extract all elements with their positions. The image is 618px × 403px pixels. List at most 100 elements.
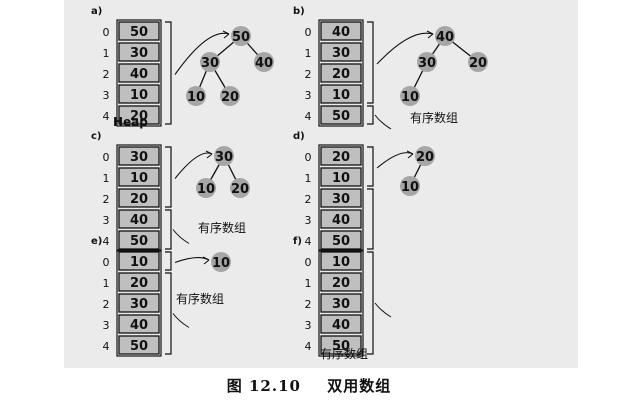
tree-node-value: 10 bbox=[197, 182, 215, 197]
cell-index: 1 bbox=[305, 277, 312, 290]
cell-index: 1 bbox=[103, 47, 110, 60]
tree-node-value: 10 bbox=[187, 90, 205, 105]
cell-index: 2 bbox=[103, 298, 110, 311]
cell-value: 40 bbox=[130, 318, 148, 333]
cell-index: 1 bbox=[103, 277, 110, 290]
cell-index: 3 bbox=[103, 214, 110, 227]
panel-b: b)4003012021035044030 2010有序数组 bbox=[293, 6, 488, 130]
panel-a: a)5003014021032045030 4010 20Heap bbox=[91, 6, 274, 129]
cell-value: 40 bbox=[332, 213, 350, 228]
cell-value: 10 bbox=[130, 88, 148, 103]
cell-value: 30 bbox=[130, 46, 148, 61]
sorted-arrow bbox=[172, 313, 190, 328]
arrow-head bbox=[426, 30, 434, 39]
cell-index: 4 bbox=[103, 235, 110, 248]
cell-index: 0 bbox=[305, 151, 312, 164]
panel-label: 有序数组 bbox=[198, 220, 246, 235]
panel-label: 有序数组 bbox=[410, 110, 458, 125]
cell-value: 10 bbox=[332, 88, 350, 103]
cell-index: 0 bbox=[305, 26, 312, 39]
panel-label: 有序数组 bbox=[176, 291, 224, 306]
cell-index: 3 bbox=[103, 319, 110, 332]
sorted-bracket bbox=[165, 272, 172, 355]
link-arrow bbox=[174, 152, 213, 179]
cell-value: 20 bbox=[332, 67, 350, 82]
arrow-head bbox=[202, 256, 210, 265]
cell-value: 50 bbox=[130, 234, 148, 249]
panel-letter: a) bbox=[91, 6, 102, 17]
cell-index: 0 bbox=[103, 26, 110, 39]
panel-letter: d) bbox=[293, 131, 305, 142]
cell-value: 30 bbox=[130, 150, 148, 165]
cell-index: 2 bbox=[103, 193, 110, 206]
tree-node-value: 40 bbox=[255, 56, 273, 71]
panel-f: f) 10 0 20 1 30 2 40 3 50 4 有序数组 bbox=[293, 236, 392, 361]
tree-node-value: 20 bbox=[221, 90, 239, 105]
arrow-head bbox=[406, 150, 414, 159]
tree-node-value: 10 bbox=[401, 180, 419, 195]
cell-index: 0 bbox=[305, 256, 312, 269]
panel-c: c) 30 0 10 1 20 2 40 3 50 4 30 10 20 有序数组 bbox=[91, 131, 250, 252]
cell-value: 50 bbox=[332, 109, 350, 124]
cell-index: 3 bbox=[305, 319, 312, 332]
cell-index: 0 bbox=[103, 151, 110, 164]
tree-node-value: 50 bbox=[232, 30, 250, 45]
cell-index: 4 bbox=[305, 235, 312, 248]
figure-caption: 图 12.10 双用数组 bbox=[0, 375, 618, 396]
cell-value: 20 bbox=[130, 276, 148, 291]
cell-value: 10 bbox=[130, 255, 148, 270]
panel-label: 有序数组 bbox=[320, 346, 368, 361]
sorted-arrow bbox=[374, 114, 392, 130]
tree-node-value: 30 bbox=[418, 56, 436, 71]
heap-sort-diagram: a)5003014021032045030 4010 20Heapb)4003012… bbox=[91, 6, 488, 361]
cell-value: 50 bbox=[130, 339, 148, 354]
cell-value: 30 bbox=[332, 192, 350, 207]
cell-value: 20 bbox=[332, 150, 350, 165]
tree-node-value: 30 bbox=[215, 150, 233, 165]
link-arrow bbox=[174, 256, 210, 264]
sorted-bracket bbox=[367, 188, 374, 250]
cell-index: 3 bbox=[305, 214, 312, 227]
cell-value: 40 bbox=[332, 25, 350, 40]
cell-index: 4 bbox=[103, 110, 110, 123]
sorted-arrow bbox=[172, 229, 190, 244]
tree-node-value: 20 bbox=[231, 182, 249, 197]
cell-index: 2 bbox=[305, 68, 312, 81]
heap-bracket bbox=[165, 251, 172, 271]
cell-index: 4 bbox=[305, 340, 312, 353]
cell-value: 20 bbox=[130, 192, 148, 207]
cell-value: 10 bbox=[332, 171, 350, 186]
cell-index: 2 bbox=[305, 298, 312, 311]
panel-letter: e) bbox=[91, 236, 102, 247]
cell-value: 10 bbox=[332, 255, 350, 270]
link-arrow bbox=[376, 152, 414, 169]
tree-node-value: 10 bbox=[401, 90, 419, 105]
cell-value: 50 bbox=[130, 25, 148, 40]
sorted-bracket bbox=[367, 251, 374, 355]
panel-letter: c) bbox=[91, 131, 102, 142]
tree-node-value: 40 bbox=[436, 30, 454, 45]
cell-value: 50 bbox=[332, 234, 350, 249]
panel-d: d) 20 0 10 1 30 2 40 3 50 4 20 10 bbox=[293, 131, 435, 252]
caption-title: 双用数组 bbox=[327, 377, 392, 395]
tree-node-value: 20 bbox=[416, 150, 434, 165]
heap-bracket bbox=[165, 21, 172, 125]
sorted-arrow bbox=[374, 302, 392, 318]
sorted-bracket bbox=[367, 105, 374, 125]
cell-index: 1 bbox=[103, 172, 110, 185]
sorted-bracket bbox=[165, 209, 172, 250]
arrow-head bbox=[205, 150, 213, 159]
figure-panel: a) 50 0 30 1 40 2 10 3 20 4 50 30 40 10 20 Heap b) 40 0 30 1 2… bbox=[64, 0, 578, 368]
heap-bracket bbox=[367, 146, 374, 187]
panel-label: Heap bbox=[113, 115, 148, 129]
panel-letter: b) bbox=[293, 6, 305, 17]
cell-value: 30 bbox=[130, 297, 148, 312]
cell-index: 3 bbox=[305, 89, 312, 102]
cell-index: 0 bbox=[103, 256, 110, 269]
cell-index: 2 bbox=[305, 193, 312, 206]
tree-node-value: 30 bbox=[201, 56, 219, 71]
heap-bracket bbox=[165, 146, 172, 208]
tree-node-value: 20 bbox=[469, 56, 487, 71]
cell-value: 30 bbox=[332, 46, 350, 61]
panel-letter: f) bbox=[293, 236, 302, 247]
